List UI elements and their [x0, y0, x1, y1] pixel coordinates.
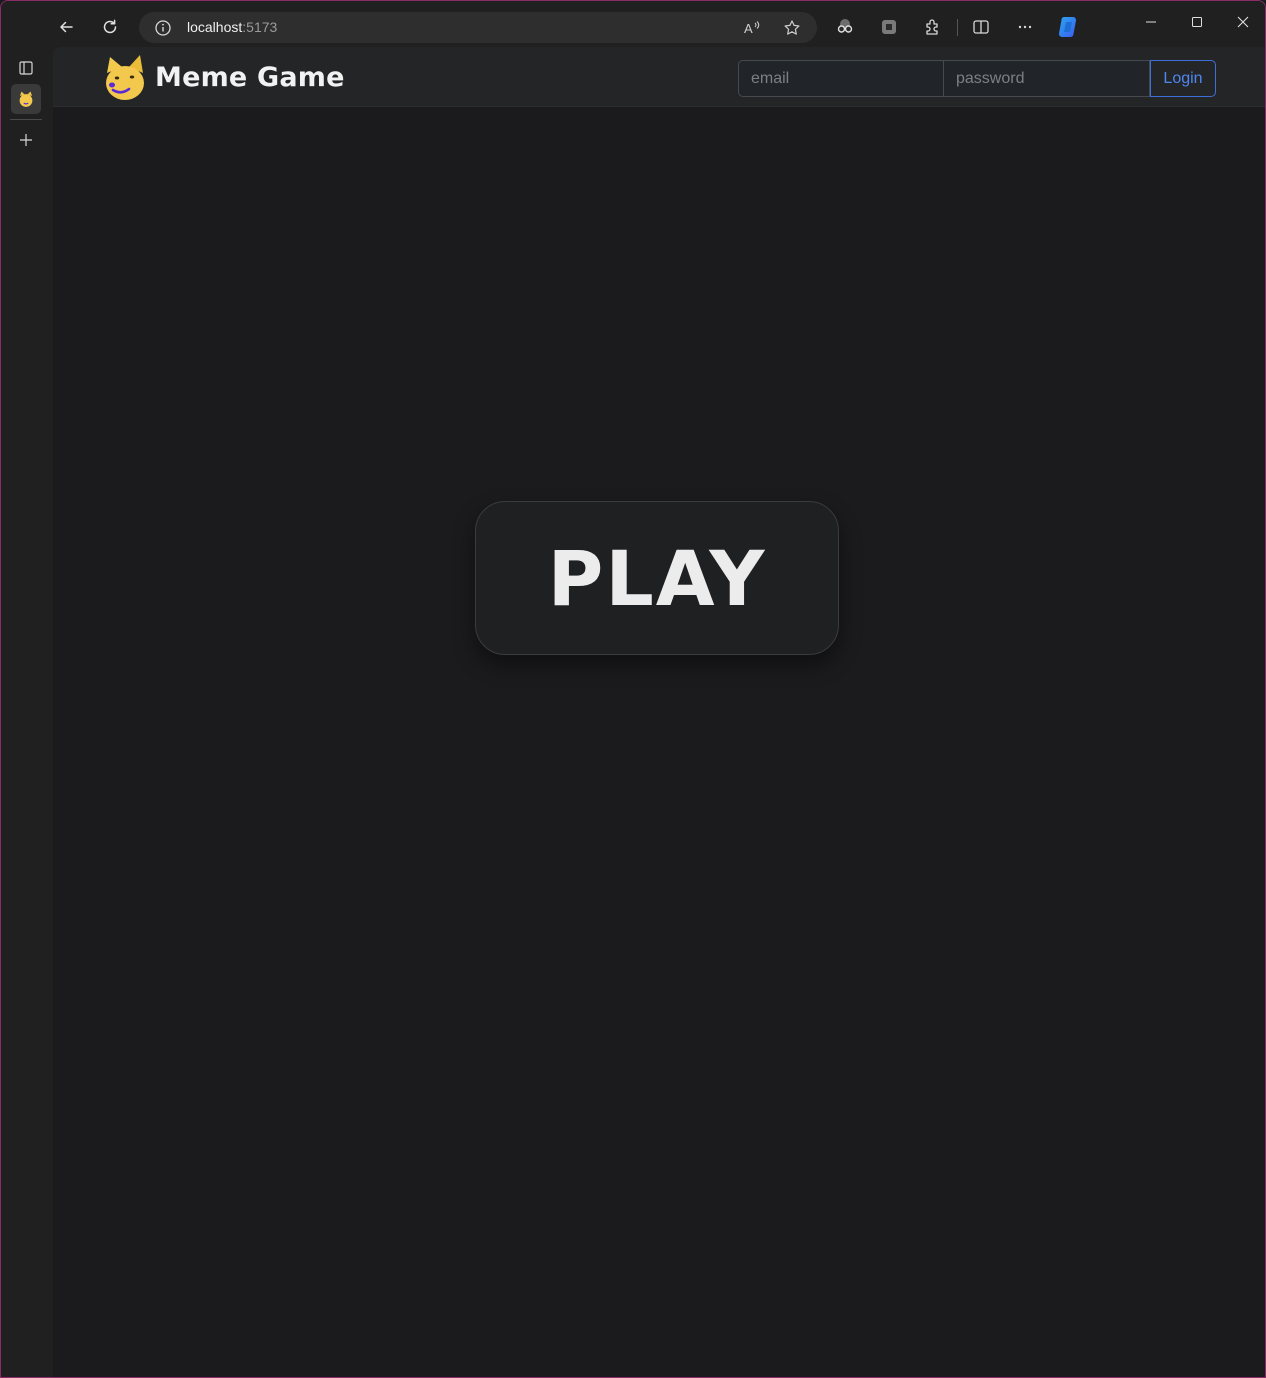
- toolbar-divider: [957, 19, 958, 36]
- brand[interactable]: Meme Game: [103, 52, 345, 102]
- vertical-tab-strip: [1, 53, 52, 1377]
- browser-toolbar: localhost:5173 A: [1, 1, 1265, 53]
- url-port: :5173: [242, 19, 278, 35]
- browser-window: localhost:5173 A Meme Game email Login P…: [0, 0, 1266, 1378]
- refresh-button[interactable]: [96, 13, 124, 41]
- minimize-icon[interactable]: [1136, 11, 1166, 33]
- extension-glasses-icon[interactable]: [833, 15, 857, 39]
- copilot-icon[interactable]: [1054, 13, 1082, 41]
- split-screen-icon[interactable]: [969, 15, 993, 39]
- svg-text:A: A: [744, 21, 753, 36]
- email-field[interactable]: [738, 60, 944, 97]
- play-button-label: PLAY: [547, 533, 767, 623]
- app-navbar: Meme Game Login: [53, 47, 1265, 107]
- close-icon[interactable]: [1228, 11, 1258, 33]
- read-aloud-icon[interactable]: A: [742, 18, 762, 38]
- url-text: localhost:5173: [187, 19, 277, 35]
- password-field[interactable]: [944, 60, 1150, 97]
- login-button[interactable]: Login: [1150, 60, 1216, 97]
- maximize-icon[interactable]: [1182, 11, 1212, 33]
- back-button[interactable]: [52, 13, 80, 41]
- app-title: Meme Game: [155, 61, 345, 93]
- more-options-icon[interactable]: [1013, 15, 1037, 39]
- refresh-icon: [103, 19, 117, 34]
- play-button[interactable]: PLAY: [475, 501, 839, 655]
- doge-logo-icon: [106, 55, 144, 100]
- url-host: localhost: [187, 19, 243, 35]
- page-content: Meme Game Login PLAY: [53, 47, 1265, 1377]
- new-tab-plus-icon[interactable]: [11, 125, 41, 155]
- address-bar[interactable]: localhost:5173 A: [139, 12, 817, 43]
- extension-puzzle-icon[interactable]: [877, 15, 901, 39]
- meme-tab-favicon[interactable]: [11, 84, 41, 114]
- back-arrow-icon: [60, 21, 73, 33]
- extensions-icon[interactable]: [921, 15, 945, 39]
- tab-separator: [10, 119, 42, 120]
- tab-actions-icon[interactable]: [11, 53, 41, 83]
- favorite-star-icon[interactable]: [782, 18, 802, 38]
- info-icon[interactable]: [154, 19, 172, 37]
- login-form: Login: [738, 60, 1216, 97]
